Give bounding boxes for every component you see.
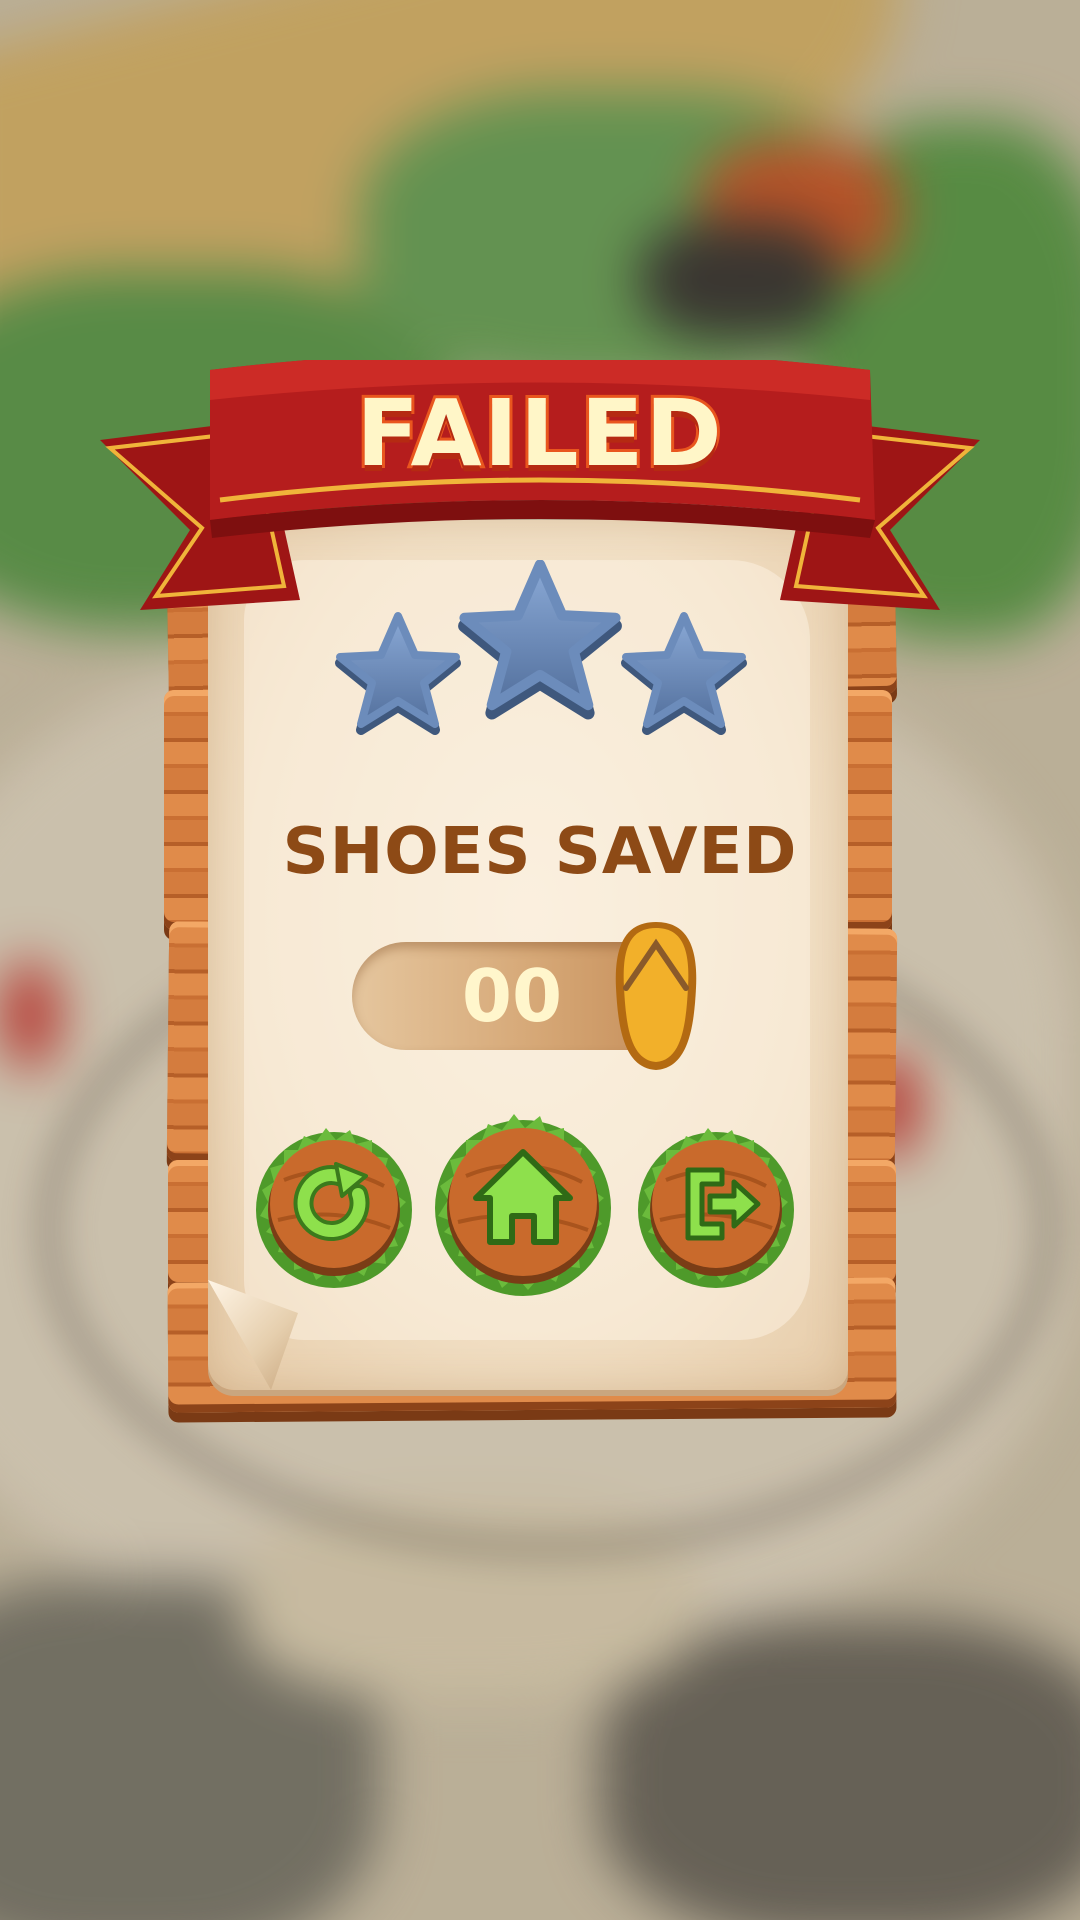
star-empty-icon: [335, 612, 461, 735]
flip-flop-icon: [615, 922, 697, 1070]
restart-button[interactable]: [254, 1120, 414, 1292]
result-panel: FAILED SHOES SAVED 00: [0, 0, 1080, 1920]
star-empty-icon: [458, 560, 622, 720]
exit-button[interactable]: [636, 1120, 796, 1292]
shoes-saved-label: SHOES SAVED: [282, 815, 798, 889]
star-rating: [335, 560, 747, 735]
result-title: FAILED: [353, 377, 725, 490]
star-empty-icon: [621, 612, 747, 735]
home-button[interactable]: [432, 1106, 614, 1302]
